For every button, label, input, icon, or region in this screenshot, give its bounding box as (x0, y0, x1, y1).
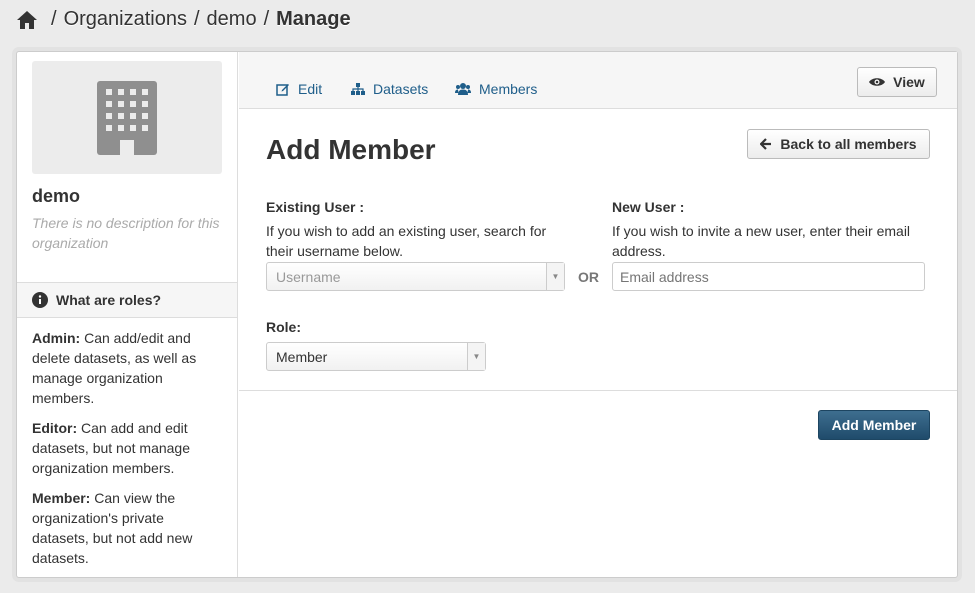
tab-members-label: Members (479, 81, 538, 97)
page-title: Add Member (266, 134, 436, 165)
tab-members[interactable]: Members (455, 81, 537, 97)
org-description: There is no description for this organiz… (32, 215, 220, 251)
role-name: Member: (32, 490, 91, 506)
form-divider (239, 390, 957, 391)
breadcrumb-organizations[interactable]: Organizations (64, 8, 187, 31)
back-button-label: Back to all members (780, 136, 917, 152)
sidebar: demo There is no description for this or… (17, 52, 238, 577)
breadcrumb-separator: / (193, 8, 200, 30)
new-user-label: New User : (612, 199, 685, 215)
org-name[interactable]: demo (32, 186, 80, 207)
role-name: Admin: (32, 330, 81, 346)
info-icon (32, 292, 48, 308)
role-label: Role: (266, 319, 301, 335)
username-placeholder: Username (276, 268, 341, 285)
main-card: demo There is no description for this or… (16, 51, 958, 578)
tab-datasets[interactable]: Datasets (351, 81, 428, 97)
add-member-button[interactable]: Add Member (818, 410, 930, 440)
roles-heading-label: What are roles? (56, 292, 162, 308)
role-admin: Admin: Can add/edit and delete datasets,… (32, 328, 222, 408)
dropdown-arrow-icon[interactable]: ▼ (546, 263, 564, 290)
tab-edit-label: Edit (298, 81, 323, 97)
view-button-label: View (893, 74, 925, 90)
existing-user-label: Existing User : (266, 199, 365, 215)
home-icon[interactable] (16, 10, 38, 30)
or-label: OR (578, 269, 599, 285)
back-to-members-button[interactable]: Back to all members (747, 129, 930, 159)
breadcrumb: / Organizations / demo / Manage (16, 8, 351, 31)
org-image[interactable] (32, 61, 222, 174)
eye-icon (869, 78, 886, 86)
roles-heading: What are roles? (17, 282, 237, 318)
edit-icon (276, 84, 289, 96)
dropdown-arrow-icon[interactable]: ▼ (467, 343, 485, 370)
breadcrumb-separator: / (263, 8, 270, 30)
new-user-help: If you wish to invite a new user, enter … (612, 223, 911, 259)
main-content: Edit Datasets Members View Add Member Ba… (239, 52, 957, 577)
breadcrumb-current: Manage (276, 8, 351, 30)
building-icon (97, 80, 157, 156)
existing-user-help: If you wish to add an existing user, sea… (266, 223, 547, 259)
tab-bar: Edit Datasets Members View (239, 52, 957, 109)
tab-datasets-label: Datasets (373, 81, 429, 97)
role-member: Member: Can view the organization's priv… (32, 488, 222, 568)
arrow-left-icon (760, 138, 772, 150)
group-icon (455, 83, 471, 95)
role-name: Editor: (32, 420, 78, 436)
email-field[interactable] (612, 262, 925, 291)
sitemap-icon (351, 83, 365, 95)
view-button[interactable]: View (857, 67, 937, 97)
tab-edit[interactable]: Edit (276, 81, 322, 97)
breadcrumb-org[interactable]: demo (207, 8, 257, 31)
role-editor: Editor: Can add and edit datasets, but n… (32, 418, 222, 478)
role-selected-value: Member (276, 348, 328, 365)
username-select[interactable]: Username ▼ (266, 262, 565, 291)
breadcrumb-separator: / (51, 8, 57, 30)
role-select[interactable]: Member ▼ (266, 342, 486, 371)
